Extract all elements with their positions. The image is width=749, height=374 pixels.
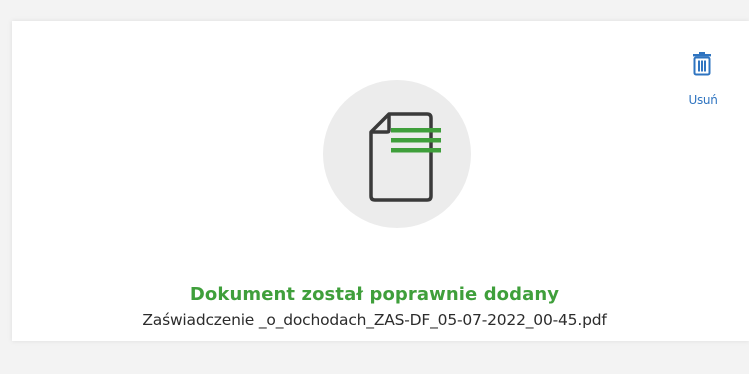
upload-success-message: Dokument został poprawnie dodany <box>189 284 560 305</box>
uploaded-file-name: Zaświadczenie _o_dochodach_ZAS-DF_05-07-… <box>142 311 607 329</box>
delete-button[interactable]: Usuń <box>680 52 726 110</box>
trash-icon <box>693 52 711 76</box>
document-icon <box>369 112 441 202</box>
delete-label: Usuń <box>688 93 718 107</box>
document-icon-circle <box>323 80 471 228</box>
